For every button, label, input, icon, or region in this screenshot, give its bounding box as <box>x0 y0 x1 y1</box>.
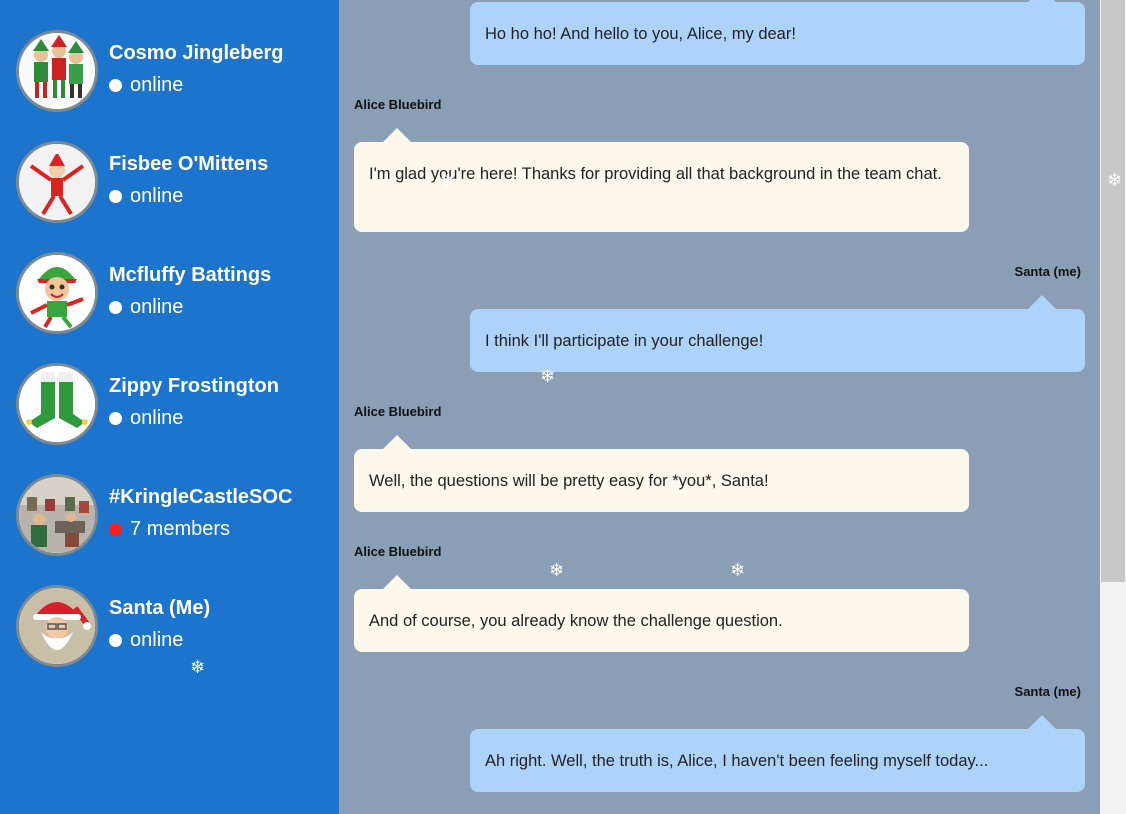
message-sender: Santa (me) <box>1014 684 1081 699</box>
contact-item-cosmo-jingleberg[interactable]: Cosmo Jingleberg online <box>16 30 336 112</box>
contact-status: online <box>109 184 183 208</box>
contact-status-text: online <box>130 73 184 96</box>
contact-name: #KringleCastleSOC <box>109 486 293 508</box>
message-bubble-outgoing: I think I'll participate in your challen… <box>470 295 1085 372</box>
snowflake-icon: ❄ <box>440 171 456 191</box>
group-photo-avatar <box>16 474 98 556</box>
contact-status: online <box>109 73 183 97</box>
snowflake-icon: ❄ <box>190 657 206 677</box>
cartoon-elf-avatar <box>16 252 98 334</box>
message-sender: Santa (me) <box>1014 264 1081 279</box>
chat-scrollbar[interactable] <box>1100 0 1126 814</box>
message-text: Ah right. Well, the truth is, Alice, I h… <box>485 752 989 770</box>
elf-on-shelf-avatar <box>16 141 98 223</box>
online-status-dot <box>109 633 122 647</box>
snowflake-icon: ❄ <box>540 366 556 386</box>
chat-conversation: Ho ho ho! And hello to you, Alice, my de… <box>339 0 1100 814</box>
bubble-tail <box>383 128 411 142</box>
scrollbar-thumb[interactable] <box>1101 0 1125 582</box>
contact-status: online <box>109 406 183 430</box>
contact-name: Cosmo Jingleberg <box>109 42 284 64</box>
message-bubble-outgoing: Ho ho ho! And hello to you, Alice, my de… <box>470 0 1085 65</box>
bubble-tail <box>1028 0 1056 2</box>
online-status-dot <box>109 78 122 92</box>
contact-item-santa-me[interactable]: Santa (Me) online <box>16 585 336 667</box>
online-status-dot <box>109 189 122 203</box>
snowflake-icon: ❄ <box>549 560 565 580</box>
message-sender: Alice Bluebird <box>354 404 442 419</box>
message-text: Well, the questions will be pretty easy … <box>369 472 769 490</box>
contact-status: online <box>109 628 183 652</box>
contact-status-text: online <box>130 295 184 318</box>
bubble-tail <box>383 435 411 449</box>
contact-status-text: online <box>130 184 184 207</box>
snowflake-icon: ❄ <box>730 560 746 580</box>
contact-name: Mcfluffy Battings <box>109 264 272 286</box>
message-sender: Alice Bluebird <box>354 544 442 559</box>
contact-sidebar: Cosmo Jingleberg online Fisbee O'Mittens… <box>0 0 339 814</box>
bubble-tail <box>383 575 411 589</box>
message-text: I think I'll participate in your challen… <box>485 332 764 350</box>
contact-name: Zippy Frostington <box>109 375 279 397</box>
contact-status-text: online <box>130 406 184 429</box>
contact-status: online <box>109 295 183 319</box>
message-bubble-outgoing: Ah right. Well, the truth is, Alice, I h… <box>470 715 1085 792</box>
contact-name: Fisbee O'Mittens <box>109 153 269 175</box>
message-sender: Alice Bluebird <box>354 97 442 112</box>
contact-status-text: 7 members <box>130 517 231 540</box>
contact-status-text: online <box>130 628 184 651</box>
santa-avatar <box>16 585 98 667</box>
message-text: Ho ho ho! And hello to you, Alice, my de… <box>485 25 796 43</box>
elves-group-avatar <box>16 30 98 112</box>
contact-item-fisbee-omittens[interactable]: Fisbee O'Mittens online <box>16 141 336 223</box>
contact-item-kringlecastlesoc[interactable]: #KringleCastleSOC 7 members <box>16 474 336 556</box>
online-status-dot <box>109 300 122 314</box>
message-bubble-incoming: Well, the questions will be pretty easy … <box>354 435 969 512</box>
message-bubble-incoming: And of course, you already know the chal… <box>354 575 969 652</box>
elf-boots-avatar <box>16 363 98 445</box>
contact-status: 7 members <box>109 517 230 541</box>
message-text: And of course, you already know the chal… <box>369 612 783 630</box>
bubble-tail <box>1028 715 1056 729</box>
snowflake-icon: ❄ <box>1107 170 1123 190</box>
contact-item-mcfluffy-battings[interactable]: Mcfluffy Battings online <box>16 252 336 334</box>
contact-name: Santa (Me) <box>109 597 211 619</box>
bubble-tail <box>1028 295 1056 309</box>
contact-item-zippy-frostington[interactable]: Zippy Frostington online <box>16 363 336 445</box>
busy-status-dot <box>109 522 122 536</box>
online-status-dot <box>109 411 122 425</box>
